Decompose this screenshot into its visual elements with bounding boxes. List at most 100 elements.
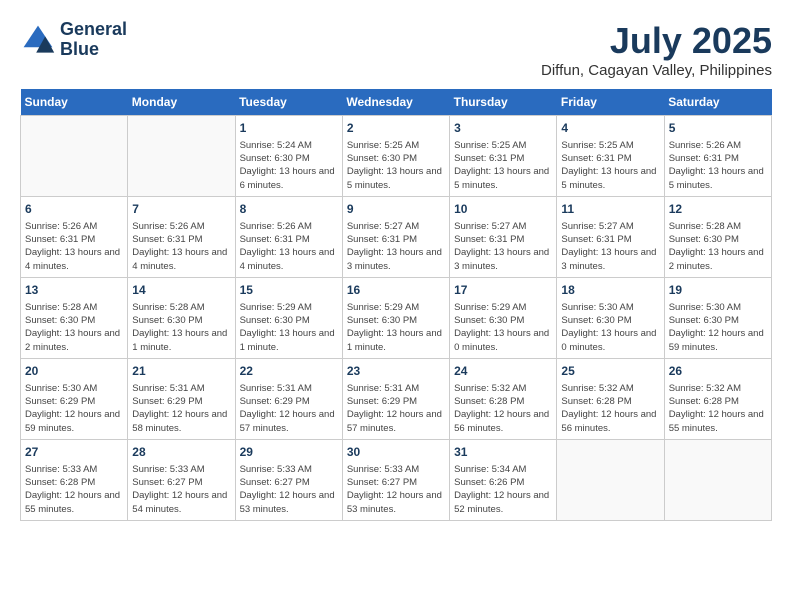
weekday-header-saturday: Saturday bbox=[664, 89, 771, 116]
day-info: Sunrise: 5:28 AMSunset: 6:30 PMDaylight:… bbox=[669, 220, 767, 273]
calendar-cell: 21 Sunrise: 5:31 AMSunset: 6:29 PMDayligh… bbox=[128, 358, 235, 439]
calendar-cell bbox=[664, 439, 771, 520]
calendar-cell: 7 Sunrise: 5:26 AMSunset: 6:31 PMDaylight… bbox=[128, 196, 235, 277]
day-info: Sunrise: 5:29 AMSunset: 6:30 PMDaylight:… bbox=[347, 301, 445, 354]
day-info: Sunrise: 5:30 AMSunset: 6:30 PMDaylight:… bbox=[669, 301, 767, 354]
logo-icon bbox=[20, 22, 56, 58]
calendar-cell: 4 Sunrise: 5:25 AMSunset: 6:31 PMDaylight… bbox=[557, 116, 664, 197]
calendar-cell bbox=[128, 116, 235, 197]
day-info: Sunrise: 5:33 AMSunset: 6:27 PMDaylight:… bbox=[240, 463, 338, 516]
day-info: Sunrise: 5:24 AMSunset: 6:30 PMDaylight:… bbox=[240, 139, 338, 192]
calendar-cell: 30Sunrise: 5:33 AMSunset: 6:27 PMDayligh… bbox=[342, 439, 449, 520]
day-number: 8 bbox=[240, 201, 338, 218]
weekday-header-tuesday: Tuesday bbox=[235, 89, 342, 116]
day-info: Sunrise: 5:32 AMSunset: 6:28 PMDaylight:… bbox=[561, 382, 659, 435]
calendar-cell: 26 Sunrise: 5:32 AMSunset: 6:28 PMDayligh… bbox=[664, 358, 771, 439]
calendar-cell: 8 Sunrise: 5:26 AMSunset: 6:31 PMDaylight… bbox=[235, 196, 342, 277]
calendar-cell: 24 Sunrise: 5:32 AMSunset: 6:28 PMDayligh… bbox=[450, 358, 557, 439]
day-number: 25 bbox=[561, 363, 659, 380]
day-number: 28 bbox=[132, 444, 230, 461]
day-info: Sunrise: 5:27 AMSunset: 6:31 PMDaylight:… bbox=[561, 220, 659, 273]
day-info: Sunrise: 5:33 AMSunset: 6:28 PMDaylight:… bbox=[25, 463, 123, 516]
week-row-5: 27 Sunrise: 5:33 AMSunset: 6:28 PMDayligh… bbox=[21, 439, 772, 520]
day-number: 16 bbox=[347, 282, 445, 299]
day-info: Sunrise: 5:25 AMSunset: 6:31 PMDaylight:… bbox=[561, 139, 659, 192]
day-number: 7 bbox=[132, 201, 230, 218]
calendar-cell: 22Sunrise: 5:31 AMSunset: 6:29 PMDayligh… bbox=[235, 358, 342, 439]
day-number: 14 bbox=[132, 282, 230, 299]
day-info: Sunrise: 5:33 AMSunset: 6:27 PMDaylight:… bbox=[132, 463, 230, 516]
calendar-cell: 23 Sunrise: 5:31 AMSunset: 6:29 PMDayligh… bbox=[342, 358, 449, 439]
calendar-cell: 29 Sunrise: 5:33 AMSunset: 6:27 PMDayligh… bbox=[235, 439, 342, 520]
calendar-cell: 28 Sunrise: 5:33 AMSunset: 6:27 PMDayligh… bbox=[128, 439, 235, 520]
logo: General Blue bbox=[20, 20, 127, 60]
day-info: Sunrise: 5:30 AMSunset: 6:30 PMDaylight:… bbox=[561, 301, 659, 354]
day-info: Sunrise: 5:32 AMSunset: 6:28 PMDaylight:… bbox=[454, 382, 552, 435]
day-number: 5 bbox=[669, 120, 767, 137]
day-number: 17 bbox=[454, 282, 552, 299]
weekday-header-thursday: Thursday bbox=[450, 89, 557, 116]
calendar-cell: 3 Sunrise: 5:25 AMSunset: 6:31 PMDaylight… bbox=[450, 116, 557, 197]
logo-text: General Blue bbox=[60, 20, 127, 60]
day-info: Sunrise: 5:28 AMSunset: 6:30 PMDaylight:… bbox=[132, 301, 230, 354]
day-number: 2 bbox=[347, 120, 445, 137]
weekday-header-wednesday: Wednesday bbox=[342, 89, 449, 116]
calendar-cell: 13Sunrise: 5:28 AMSunset: 6:30 PMDayligh… bbox=[21, 277, 128, 358]
day-info: Sunrise: 5:26 AMSunset: 6:31 PMDaylight:… bbox=[132, 220, 230, 273]
day-info: Sunrise: 5:34 AMSunset: 6:26 PMDaylight:… bbox=[454, 463, 552, 516]
day-info: Sunrise: 5:29 AMSunset: 6:30 PMDaylight:… bbox=[454, 301, 552, 354]
calendar-cell: 17 Sunrise: 5:29 AMSunset: 6:30 PMDayligh… bbox=[450, 277, 557, 358]
weekday-header-row: SundayMondayTuesdayWednesdayThursdayFrid… bbox=[21, 89, 772, 116]
day-info: Sunrise: 5:31 AMSunset: 6:29 PMDaylight:… bbox=[132, 382, 230, 435]
day-number: 3 bbox=[454, 120, 552, 137]
day-number: 19 bbox=[669, 282, 767, 299]
day-number: 26 bbox=[669, 363, 767, 380]
day-number: 4 bbox=[561, 120, 659, 137]
day-number: 30 bbox=[347, 444, 445, 461]
day-info: Sunrise: 5:30 AMSunset: 6:29 PMDaylight:… bbox=[25, 382, 123, 435]
calendar-cell: 9 Sunrise: 5:27 AMSunset: 6:31 PMDaylight… bbox=[342, 196, 449, 277]
calendar-cell: 15Sunrise: 5:29 AMSunset: 6:30 PMDayligh… bbox=[235, 277, 342, 358]
location-title: Diffun, Cagayan Valley, Philippines bbox=[541, 62, 772, 79]
day-number: 29 bbox=[240, 444, 338, 461]
day-number: 24 bbox=[454, 363, 552, 380]
calendar-cell: 20Sunrise: 5:30 AMSunset: 6:29 PMDayligh… bbox=[21, 358, 128, 439]
day-number: 21 bbox=[132, 363, 230, 380]
calendar-cell: 5Sunrise: 5:26 AMSunset: 6:31 PMDaylight… bbox=[664, 116, 771, 197]
day-number: 15 bbox=[240, 282, 338, 299]
day-info: Sunrise: 5:27 AMSunset: 6:31 PMDaylight:… bbox=[454, 220, 552, 273]
calendar-cell bbox=[557, 439, 664, 520]
calendar-cell: 11 Sunrise: 5:27 AMSunset: 6:31 PMDayligh… bbox=[557, 196, 664, 277]
day-info: Sunrise: 5:27 AMSunset: 6:31 PMDaylight:… bbox=[347, 220, 445, 273]
calendar-cell: 27 Sunrise: 5:33 AMSunset: 6:28 PMDayligh… bbox=[21, 439, 128, 520]
calendar-cell: 25 Sunrise: 5:32 AMSunset: 6:28 PMDayligh… bbox=[557, 358, 664, 439]
day-number: 27 bbox=[25, 444, 123, 461]
day-number: 18 bbox=[561, 282, 659, 299]
day-info: Sunrise: 5:25 AMSunset: 6:30 PMDaylight:… bbox=[347, 139, 445, 192]
day-info: Sunrise: 5:26 AMSunset: 6:31 PMDaylight:… bbox=[240, 220, 338, 273]
day-number: 6 bbox=[25, 201, 123, 218]
week-row-3: 13Sunrise: 5:28 AMSunset: 6:30 PMDayligh… bbox=[21, 277, 772, 358]
calendar-cell: 16 Sunrise: 5:29 AMSunset: 6:30 PMDayligh… bbox=[342, 277, 449, 358]
day-info: Sunrise: 5:25 AMSunset: 6:31 PMDaylight:… bbox=[454, 139, 552, 192]
day-number: 9 bbox=[347, 201, 445, 218]
day-number: 22 bbox=[240, 363, 338, 380]
day-info: Sunrise: 5:32 AMSunset: 6:28 PMDaylight:… bbox=[669, 382, 767, 435]
day-number: 12 bbox=[669, 201, 767, 218]
day-info: Sunrise: 5:26 AMSunset: 6:31 PMDaylight:… bbox=[25, 220, 123, 273]
calendar-cell: 1 Sunrise: 5:24 AMSunset: 6:30 PMDaylight… bbox=[235, 116, 342, 197]
calendar-cell: 19 Sunrise: 5:30 AMSunset: 6:30 PMDayligh… bbox=[664, 277, 771, 358]
week-row-4: 20Sunrise: 5:30 AMSunset: 6:29 PMDayligh… bbox=[21, 358, 772, 439]
calendar-cell: 14 Sunrise: 5:28 AMSunset: 6:30 PMDayligh… bbox=[128, 277, 235, 358]
day-number: 23 bbox=[347, 363, 445, 380]
day-number: 1 bbox=[240, 120, 338, 137]
week-row-2: 6 Sunrise: 5:26 AMSunset: 6:31 PMDaylight… bbox=[21, 196, 772, 277]
page-header: General Blue July 2025 Diffun, Cagayan V… bbox=[20, 20, 772, 79]
calendar-cell bbox=[21, 116, 128, 197]
day-info: Sunrise: 5:28 AMSunset: 6:30 PMDaylight:… bbox=[25, 301, 123, 354]
weekday-header-monday: Monday bbox=[128, 89, 235, 116]
day-info: Sunrise: 5:31 AMSunset: 6:29 PMDaylight:… bbox=[347, 382, 445, 435]
weekday-header-friday: Friday bbox=[557, 89, 664, 116]
day-number: 11 bbox=[561, 201, 659, 218]
calendar-cell: 12 Sunrise: 5:28 AMSunset: 6:30 PMDayligh… bbox=[664, 196, 771, 277]
